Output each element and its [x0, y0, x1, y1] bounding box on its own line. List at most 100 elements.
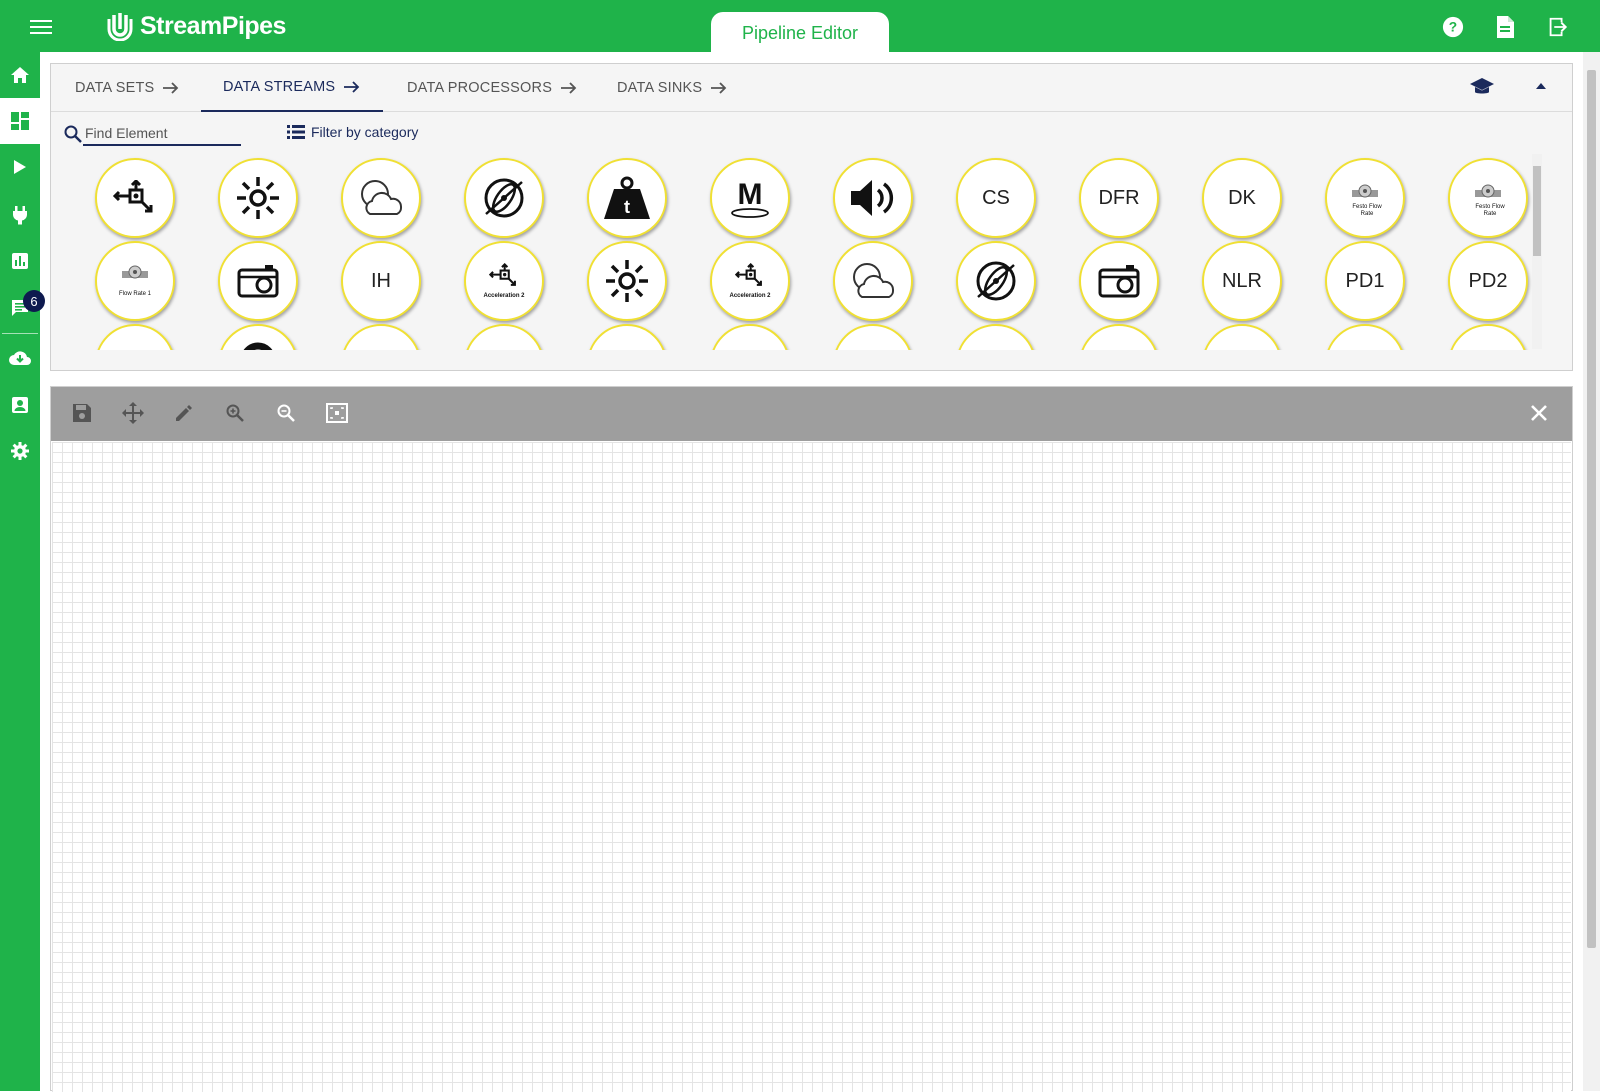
- nav-pipeline-editor[interactable]: [0, 98, 40, 144]
- gyroscope-icon: [976, 261, 1016, 301]
- element-festo-flow-rate[interactable]: Festo Flow Rate: [1448, 158, 1528, 238]
- element-acceleration[interactable]: [95, 158, 175, 238]
- element-partial[interactable]: [341, 324, 421, 350]
- element-nlr[interactable]: NLR: [1202, 241, 1282, 321]
- element-acceleration-2[interactable]: Acceleration 2: [464, 241, 544, 321]
- tab-label: DATA STREAMS: [223, 79, 336, 95]
- close-editor-icon[interactable]: [1528, 402, 1550, 424]
- tab-label: DATA SETS: [75, 80, 155, 96]
- element-weight[interactable]: t: [587, 158, 667, 238]
- streampipes-logo-icon: [107, 13, 133, 41]
- element-magnetometer[interactable]: M: [710, 158, 790, 238]
- brightness-icon: [237, 177, 279, 219]
- element-type-tabs: DATA SETS DATA STREAMS DATA PROCESSORS D…: [51, 64, 1572, 112]
- app-logo[interactable]: StreamPipes: [106, 10, 286, 42]
- acceleration-icon: [113, 180, 153, 213]
- element-ih[interactable]: IH: [341, 241, 421, 321]
- tab-data-sinks[interactable]: DATA SINKS: [617, 64, 728, 112]
- notification-count-badge: 6: [23, 290, 45, 312]
- camera-icon: [237, 265, 279, 298]
- arrow-right-icon: [711, 82, 727, 94]
- nav-install[interactable]: [0, 335, 40, 381]
- element-sublabel: Acceleration 2: [483, 293, 525, 299]
- element-partial[interactable]: [1325, 324, 1405, 350]
- nav-connect[interactable]: [0, 192, 40, 238]
- element-festo-flow-rate[interactable]: Festo Flow Rate: [1325, 158, 1405, 238]
- acceleration-icon: [735, 263, 762, 286]
- home-icon: [11, 67, 29, 83]
- filter-by-category-button[interactable]: Filter by category: [287, 124, 418, 140]
- pan-button[interactable]: [120, 400, 146, 426]
- scrollbar-thumb[interactable]: [1533, 166, 1541, 256]
- magnetometer-icon: M: [731, 178, 769, 218]
- fit-screen-icon: [326, 403, 348, 423]
- logout-icon[interactable]: [1544, 14, 1570, 40]
- camera-icon: [1098, 265, 1140, 298]
- element-grid-scrollbar[interactable]: [1532, 154, 1542, 349]
- element-dk[interactable]: DK: [1202, 158, 1282, 238]
- element-partial[interactable]: [710, 324, 790, 350]
- element-partial[interactable]: [1202, 324, 1282, 350]
- help-icon[interactable]: ?: [1440, 14, 1466, 40]
- find-element-input[interactable]: [83, 122, 241, 146]
- element-dfr[interactable]: DFR: [1079, 158, 1159, 238]
- tab-data-processors[interactable]: DATA PROCESSORS: [407, 64, 578, 112]
- element-acceleration-2[interactable]: Acceleration 2: [710, 241, 790, 321]
- weather-icon: [853, 263, 894, 298]
- page-scrollbar-thumb[interactable]: [1587, 70, 1596, 948]
- nav-dashboard[interactable]: [0, 238, 40, 284]
- arrow-right-icon: [344, 81, 360, 93]
- zoom-out-button[interactable]: [273, 400, 299, 426]
- element-partial[interactable]: [464, 324, 544, 350]
- element-partial[interactable]: [833, 324, 913, 350]
- pipeline-canvas[interactable]: [52, 442, 1571, 1092]
- element-gyroscope[interactable]: [464, 158, 544, 238]
- nav-home[interactable]: [0, 52, 40, 98]
- element-speaker[interactable]: [833, 158, 913, 238]
- fit-screen-button[interactable]: [324, 400, 350, 426]
- acceleration-icon: [489, 263, 516, 286]
- tab-label: DATA PROCESSORS: [407, 80, 553, 96]
- tutorial-graduation-icon[interactable]: [1469, 76, 1495, 98]
- save-pipeline-button[interactable]: [69, 400, 95, 426]
- element-partial[interactable]: [1448, 324, 1528, 350]
- element-camera[interactable]: [1079, 241, 1159, 321]
- element-partial[interactable]: [218, 324, 298, 350]
- element-partial[interactable]: [587, 324, 667, 350]
- element-sublabel: Festo Flow Rate: [1475, 204, 1505, 217]
- arrow-right-icon: [561, 82, 577, 94]
- element-brightness[interactable]: [218, 158, 298, 238]
- element-weather[interactable]: [833, 241, 913, 321]
- install-cloud-icon: [9, 351, 31, 365]
- element-flow-rate-1[interactable]: Flow Rate 1: [95, 241, 175, 321]
- svg-text:?: ?: [1449, 20, 1457, 35]
- element-pd1[interactable]: PD1: [1325, 241, 1405, 321]
- element-partial[interactable]: [956, 324, 1036, 350]
- collapse-panel-icon[interactable]: [1535, 82, 1547, 90]
- element-gyroscope[interactable]: [956, 241, 1036, 321]
- element-brightness[interactable]: [587, 241, 667, 321]
- edit-button[interactable]: [171, 400, 197, 426]
- pan-icon: [122, 402, 144, 424]
- element-pd2[interactable]: PD2: [1448, 241, 1528, 321]
- element-camera[interactable]: [218, 241, 298, 321]
- tab-data-streams[interactable]: DATA STREAMS: [201, 64, 384, 112]
- pipeline-editor-icon: [11, 112, 29, 130]
- documentation-icon[interactable]: [1492, 14, 1518, 40]
- element-sublabel: Acceleration 2: [729, 293, 771, 299]
- brightness-icon: [606, 260, 648, 302]
- tab-data-sets[interactable]: DATA SETS: [75, 64, 180, 112]
- element-partial[interactable]: [1079, 324, 1159, 350]
- page-scrollbar[interactable]: [1583, 52, 1600, 1091]
- active-page-title: Pipeline Editor: [711, 12, 889, 54]
- nav-profile[interactable]: [0, 382, 40, 428]
- element-cs[interactable]: CS: [956, 158, 1036, 238]
- zoom-in-button[interactable]: [222, 400, 248, 426]
- nav-settings[interactable]: [0, 428, 40, 474]
- filter-label: Filter by category: [311, 124, 419, 140]
- connect-plug-icon: [13, 206, 27, 225]
- menu-toggle-icon[interactable]: [30, 16, 52, 36]
- element-weather[interactable]: [341, 158, 421, 238]
- element-partial[interactable]: [95, 324, 175, 350]
- nav-pipelines[interactable]: [0, 144, 40, 190]
